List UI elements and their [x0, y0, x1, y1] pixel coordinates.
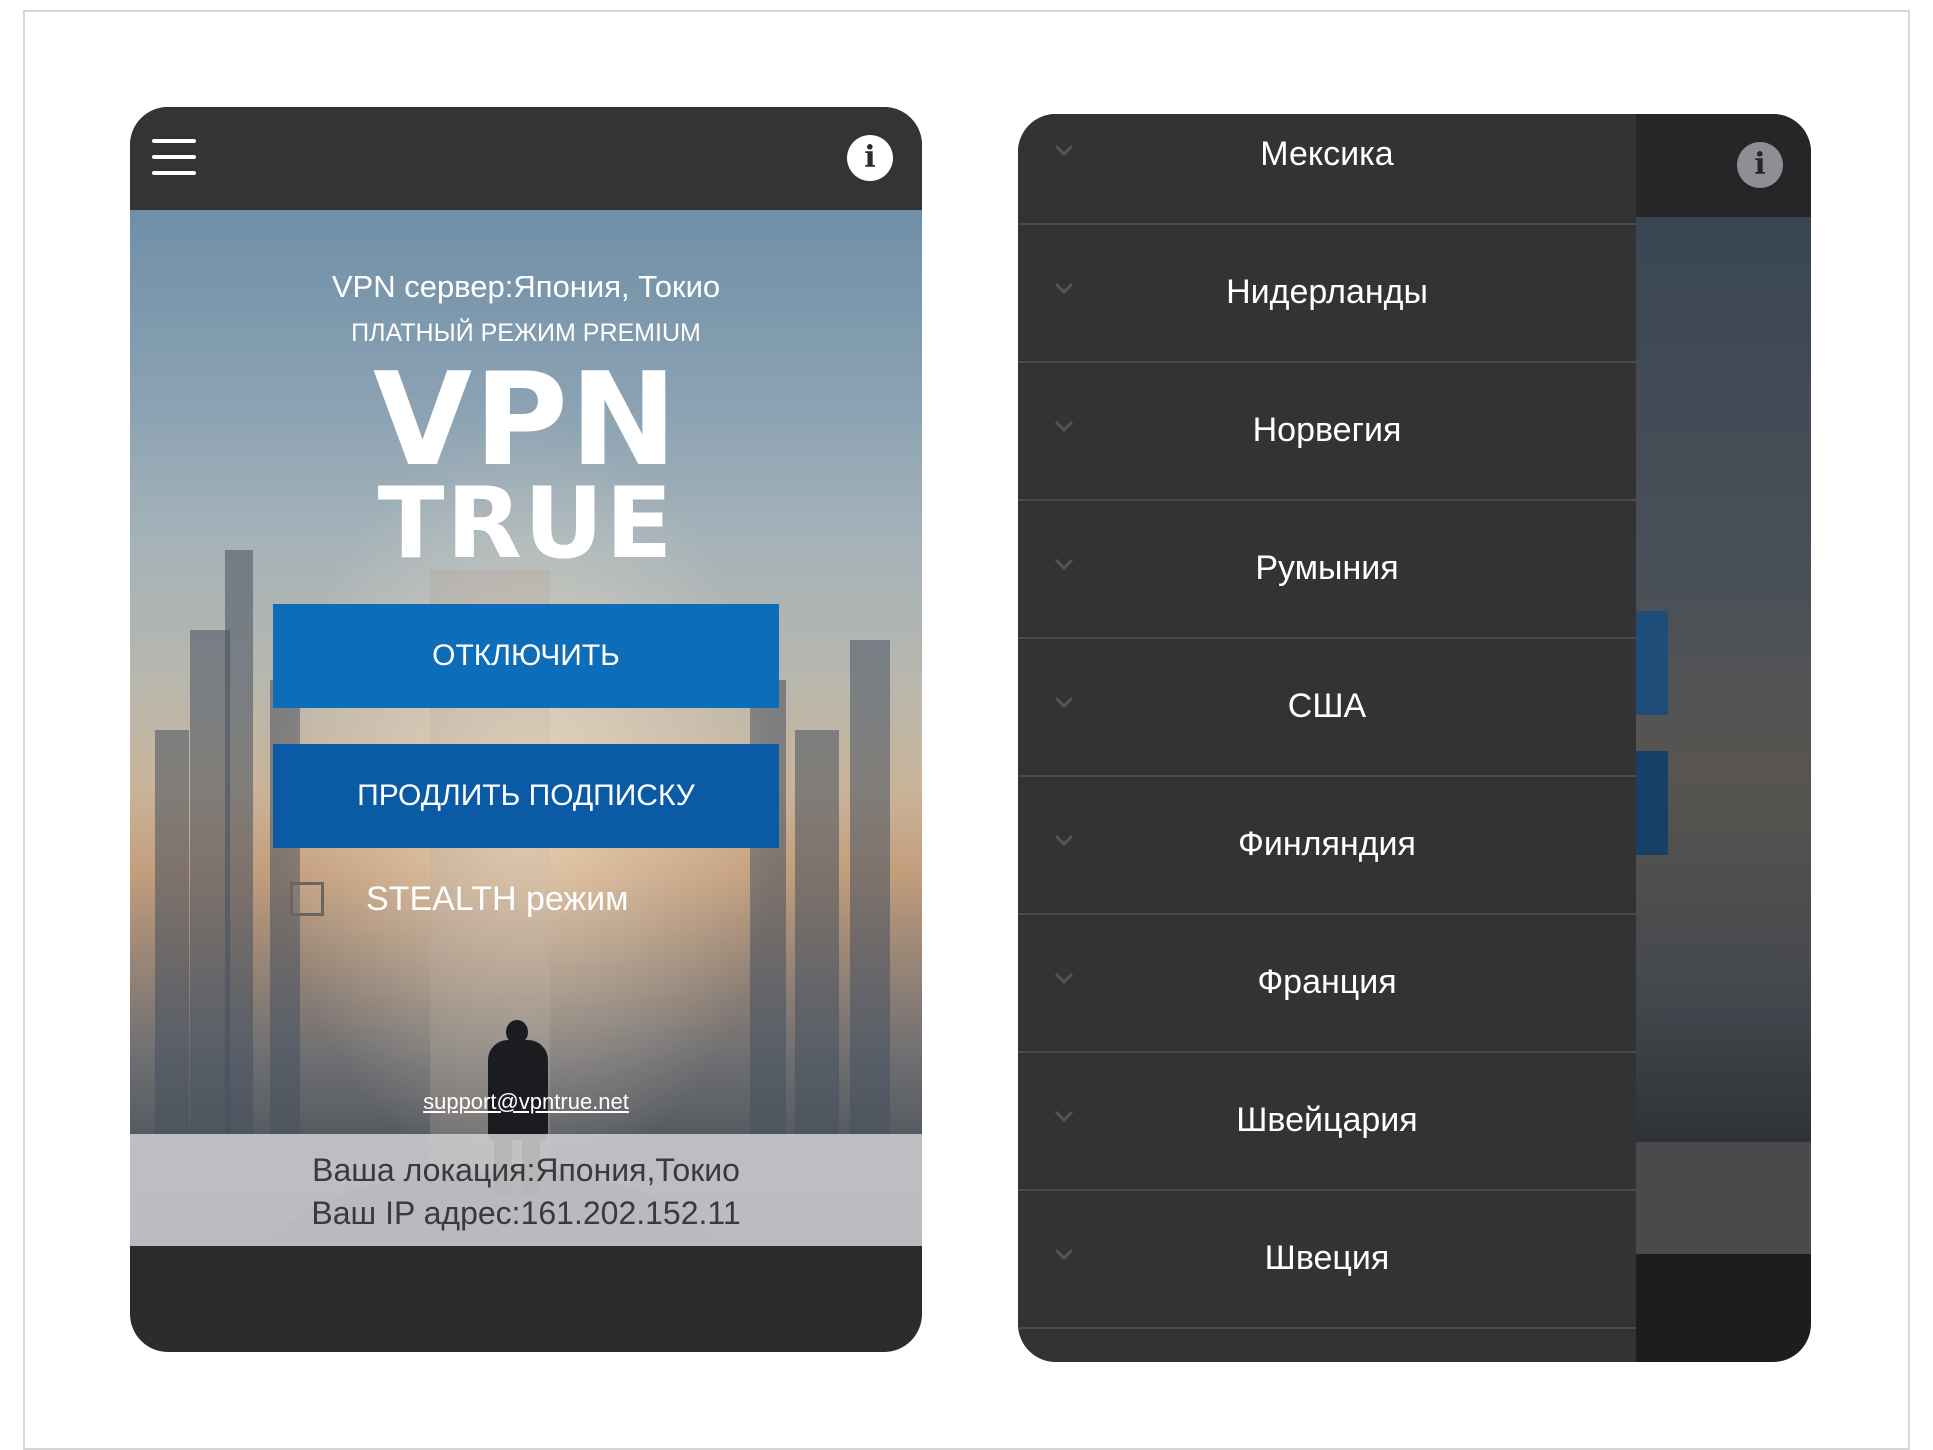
country-item[interactable]: Мексика	[1018, 114, 1636, 225]
country-label: США	[1287, 687, 1367, 725]
ip-address-text: Ваш IP адрес:161.202.152.11	[311, 1195, 741, 1231]
vpn-server-label: VPN сервер:Япония, Токио	[331, 269, 721, 304]
menu-icon[interactable]	[152, 135, 196, 179]
country-item[interactable]	[1018, 1329, 1636, 1362]
main-screen: i VPN сервер:Япония, Токио ПЛАТНЫЙ РЕЖИМ…	[130, 107, 922, 1352]
logo-line-2: TRUE	[377, 467, 675, 581]
country-label: Швейцария	[1236, 1101, 1418, 1139]
country-label: Нидерланды	[1226, 273, 1428, 311]
disconnect-button[interactable]: ОТКЛЮЧИТЬ	[273, 604, 779, 708]
location-panel: Ваша локация:Япония,Токио Ваш IP адрес:1…	[130, 1134, 922, 1246]
country-list-drawer: Мексика Нидерланды Норвегия Румыния США Финля…	[1018, 114, 1636, 1362]
country-label: Финляндия	[1238, 825, 1416, 863]
logo-line-1: VPN	[373, 346, 679, 495]
plan-mode-label: ПЛАТНЫЙ РЕЖИМ PREMIUM	[351, 319, 701, 347]
country-item[interactable]: Нидерланды	[1018, 225, 1636, 363]
country-label: Норвегия	[1252, 411, 1402, 449]
renew-subscription-button[interactable]: ПРОДЛИТЬ ПОДПИСКУ	[273, 744, 779, 848]
info-icon[interactable]: i	[1737, 142, 1783, 188]
vpn-true-logo: VPN TRUE	[130, 346, 922, 581]
country-drawer-screen: i Мексика Нидерланды Норвегия Румыния США Фин…	[1018, 114, 1811, 1362]
country-item[interactable]: Румыния	[1018, 501, 1636, 639]
country-item[interactable]: Швейцария	[1018, 1053, 1636, 1191]
country-item[interactable]: США	[1018, 639, 1636, 777]
location-text: Ваша локация:Япония,Токио	[312, 1152, 740, 1188]
country-label: Швеция	[1264, 1239, 1390, 1277]
country-label: Румыния	[1255, 549, 1399, 587]
stealth-mode-label: STEALTH режим	[366, 880, 629, 918]
stealth-checkbox[interactable]	[290, 882, 324, 916]
support-email-link[interactable]: support@vpntrue.net	[130, 1089, 922, 1115]
country-item[interactable]: Швеция	[1018, 1191, 1636, 1329]
info-icon[interactable]: i	[847, 135, 893, 181]
country-label: Франция	[1257, 963, 1397, 1001]
country-label: Мексика	[1260, 135, 1394, 173]
country-item[interactable]: Норвегия	[1018, 363, 1636, 501]
country-item[interactable]: Финляндия	[1018, 777, 1636, 915]
app-toolbar: i	[130, 107, 922, 210]
country-item[interactable]: Франция	[1018, 915, 1636, 1053]
